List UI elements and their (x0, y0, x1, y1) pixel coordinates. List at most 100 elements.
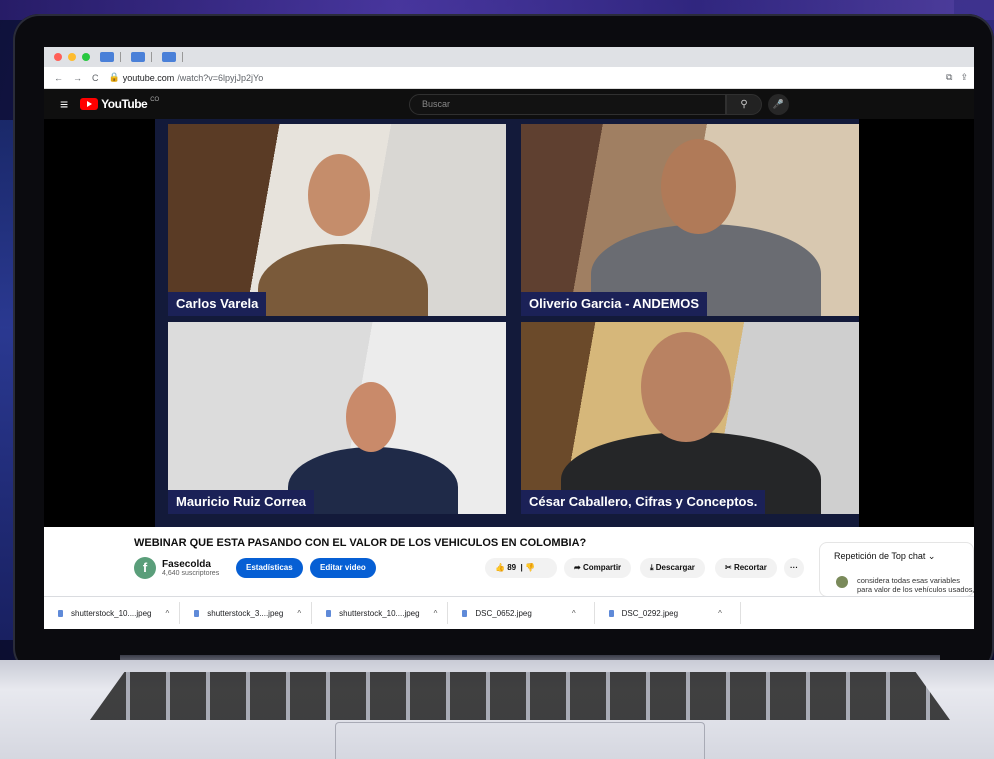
participant-head (308, 154, 370, 236)
more-actions-button[interactable]: ··· (784, 558, 804, 578)
tab-icon[interactable] (131, 52, 145, 62)
edit-video-button[interactable]: Editar video (310, 558, 376, 578)
laptop-trackpad (335, 722, 705, 759)
country-code: CO (150, 97, 160, 103)
chevron-down-icon: ⌄ (927, 551, 936, 561)
downloads-shelf: shutterstock_10....jpeg ^ shutterstock_3.… (44, 596, 974, 629)
tab-separator (120, 52, 121, 62)
lock-icon: 🔒 (108, 72, 120, 82)
thumbs-down-icon[interactable]: 👎 (525, 563, 535, 572)
close-window-button[interactable] (54, 53, 62, 61)
tab-icon[interactable] (162, 52, 176, 62)
browser-tab-strip (44, 47, 974, 67)
caret-up-icon[interactable]: ^ (572, 609, 576, 618)
download-item[interactable]: shutterstock_3....jpeg ^ (180, 602, 313, 624)
caret-up-icon[interactable]: ^ (434, 609, 438, 618)
caret-up-icon[interactable]: ^ (166, 609, 170, 618)
video-title: WEBINAR QUE ESTA PASANDO CON EL VALOR DE… (134, 537, 587, 549)
webinar-grid: Carlos Varela Oliverio Garcia - ANDEMOS … (155, 119, 859, 527)
like-button[interactable]: 👍 89 (495, 563, 516, 572)
install-app-icon[interactable]: ⧉ (946, 72, 952, 83)
download-icon: ⤓ (650, 563, 654, 572)
caret-up-icon[interactable]: ^ (297, 609, 301, 618)
mic-icon: 🎤 (772, 99, 785, 109)
forward-icon[interactable]: → (73, 73, 82, 83)
youtube-header: ≡ YouTube CO Buscar ⚲ 🎤 (44, 89, 974, 119)
share-button[interactable]: ➦ Compartir (564, 558, 632, 578)
participant-tile: Oliverio Garcia - ANDEMOS (521, 124, 859, 316)
participant-body (258, 244, 428, 316)
menu-icon[interactable]: ≡ (60, 96, 68, 112)
back-icon[interactable]: ← (54, 73, 63, 83)
participant-name: César Caballero, Cifras y Conceptos. (521, 490, 766, 514)
file-icon (608, 609, 614, 617)
url-field[interactable]: 🔒 youtube.com/watch?v=6lpyjJp2jYo (109, 72, 264, 83)
share-label: Compartir (582, 563, 622, 572)
youtube-play-icon (80, 98, 99, 110)
youtube-logo[interactable]: YouTube CO (80, 97, 159, 111)
search-icon: ⚲ (740, 99, 748, 110)
channel-text: Fasecolda 4,640 suscriptores (162, 559, 219, 577)
download-label: Descargar (655, 563, 695, 572)
search-input[interactable]: Buscar (409, 94, 726, 115)
participant-tile: Mauricio Ruiz Correa (168, 322, 506, 514)
clip-label: Recortar (733, 563, 767, 572)
channel-avatar[interactable]: f (134, 557, 156, 579)
reload-icon[interactable]: C (92, 73, 99, 83)
caret-up-icon[interactable]: ^ (718, 609, 722, 618)
download-item[interactable]: shutterstock_10....jpeg ^ (312, 602, 449, 624)
download-filename: DSC_0292.jpeg (621, 608, 679, 618)
download-item[interactable]: shutterstock_10....jpeg ^ (44, 602, 181, 624)
download-item[interactable]: DSC_0292.jpeg ^ (595, 602, 741, 624)
channel-name[interactable]: Fasecolda (162, 559, 219, 570)
download-filename: shutterstock_3....jpeg (207, 608, 284, 618)
address-bar: ← → C 🔒 youtube.com/watch?v=6lpyjJp2jYo … (44, 67, 974, 89)
stats-button[interactable]: Estadísticas (236, 558, 303, 578)
file-icon (462, 609, 468, 617)
laptop-keyboard (90, 672, 950, 720)
minimize-window-button[interactable] (68, 53, 76, 61)
chat-replay-panel: Repetición de Top chat ⌄ considera todas… (819, 542, 974, 603)
video-info: WEBINAR QUE ESTA PASANDO CON EL VALOR DE… (44, 527, 974, 603)
file-icon (194, 609, 200, 617)
file-icon (326, 609, 332, 617)
subscriber-count: 4,640 suscriptores (162, 570, 220, 577)
file-icon (58, 609, 63, 617)
download-filename: shutterstock_10....jpeg (339, 608, 420, 618)
share-icon[interactable]: ⇪ (960, 72, 968, 83)
scissors-icon: ✂ (725, 563, 732, 572)
download-filename: shutterstock_10....jpeg (71, 608, 152, 618)
participant-tile: Carlos Varela (168, 124, 506, 316)
like-count: 89 (507, 563, 517, 572)
voice-search-button[interactable]: 🎤 (768, 94, 789, 115)
tab-separator (182, 52, 183, 62)
download-item[interactable]: DSC_0652.jpeg ^ (448, 602, 595, 624)
chat-author-avatar (836, 576, 848, 588)
participant-name: Mauricio Ruiz Correa (168, 490, 315, 514)
chat-header[interactable]: Repetición de Top chat ⌄ (820, 543, 973, 562)
chat-header-label: Repetición de Top chat (834, 551, 926, 561)
video-player[interactable]: Carlos Varela Oliverio Garcia - ANDEMOS … (44, 119, 974, 527)
participant-head (661, 139, 736, 234)
zoom-window-button[interactable] (82, 53, 90, 61)
download-filename: DSC_0652.jpeg (475, 608, 532, 618)
address-bar-actions: ⧉ ⇪ (946, 72, 968, 83)
participant-name: Oliverio Garcia - ANDEMOS (521, 292, 708, 316)
tab-icon[interactable] (100, 52, 114, 62)
youtube-logo-text: YouTube (101, 97, 148, 111)
url-host: youtube.com (122, 72, 175, 83)
channel-info: f Fasecolda 4,640 suscriptores (134, 557, 219, 579)
download-button[interactable]: ⤓ Descargar (640, 558, 705, 578)
participant-head (346, 382, 396, 452)
participant-name: Carlos Varela (168, 292, 267, 316)
participant-head (641, 332, 731, 442)
thumbs-up-icon: 👍 (495, 563, 505, 572)
url-path: /watch?v=6lpyjJp2jYo (177, 72, 264, 83)
share-arrow-icon: ➦ (574, 563, 581, 572)
clip-button[interactable]: ✂ Recortar (715, 558, 777, 578)
participant-tile: César Caballero, Cifras y Conceptos. (521, 322, 859, 514)
like-dislike-group: 👍 89 | 👎 (485, 558, 557, 578)
search-button[interactable]: ⚲ (726, 94, 762, 115)
laptop-screen: ← → C 🔒 youtube.com/watch?v=6lpyjJp2jYo … (44, 47, 974, 629)
tab-separator (151, 52, 152, 62)
